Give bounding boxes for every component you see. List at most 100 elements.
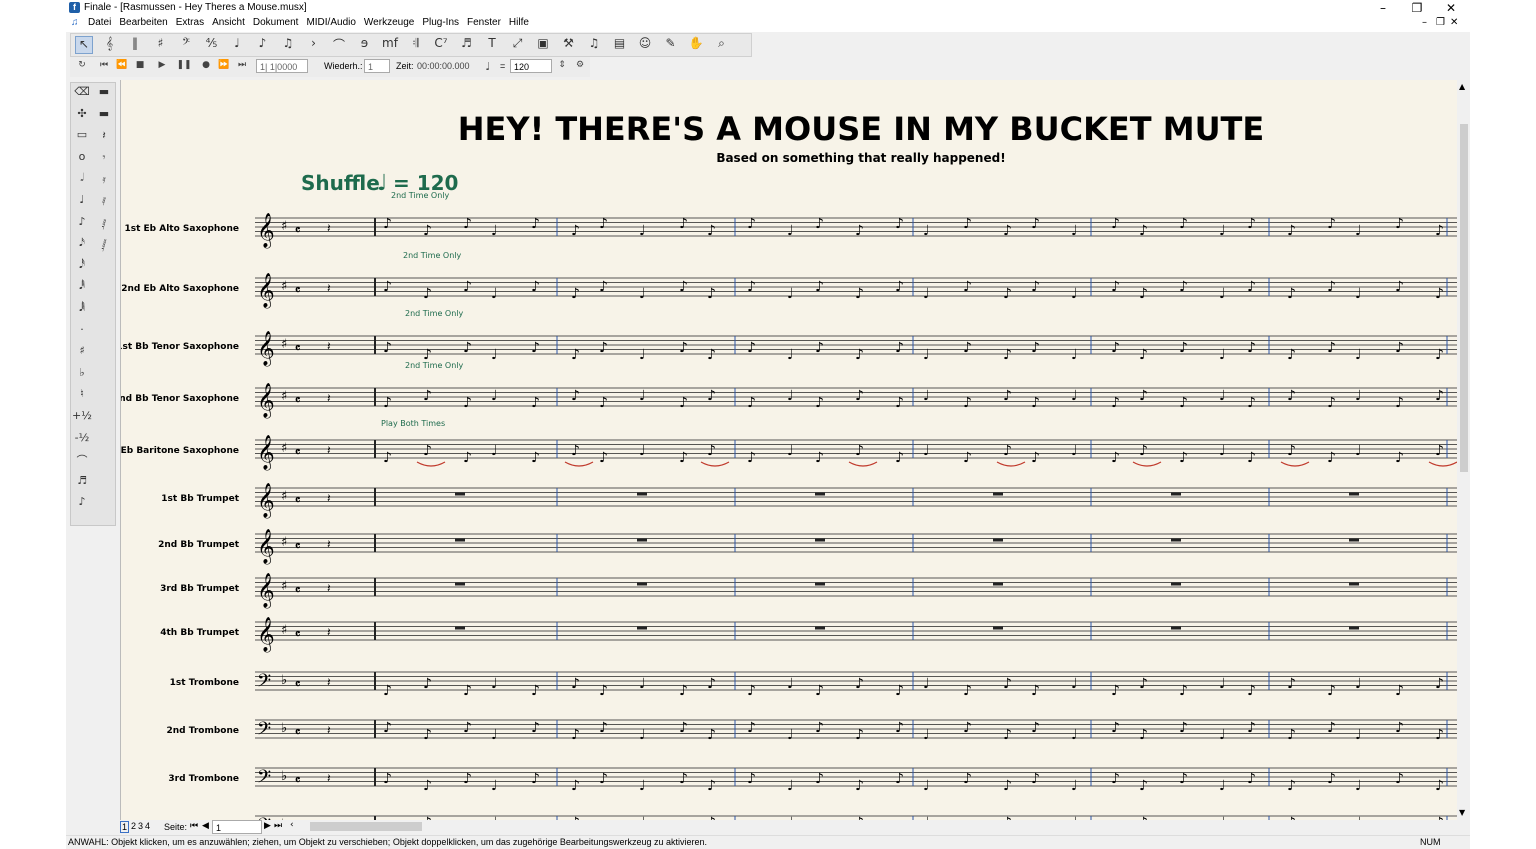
page-layout-icon[interactable]: ▣: [534, 36, 552, 54]
doc-restore-icon[interactable]: ❐: [1436, 17, 1445, 28]
rewind-icon[interactable]: ⏪: [114, 60, 130, 74]
lyrics-tool-icon[interactable]: ♬: [458, 36, 476, 54]
menu-item[interactable]: Hilfe: [509, 17, 529, 28]
record-icon[interactable]: ●: [198, 60, 214, 74]
mixer-icon[interactable]: ♫: [585, 36, 603, 54]
chord-tool-icon[interactable]: C⁷: [432, 36, 450, 54]
wrench-icon[interactable]: ⚒: [560, 36, 578, 54]
quarter-note-icon[interactable]: ♩: [480, 60, 496, 74]
lower-half-icon[interactable]: -½: [72, 431, 92, 451]
eighth-rest-icon[interactable]: 𝄾: [94, 151, 114, 171]
raise-half-icon[interactable]: +½: [72, 409, 92, 429]
measure-tool-icon[interactable]: ‖: [126, 36, 144, 54]
ornament-icon[interactable]: ɘ: [356, 36, 374, 54]
menu-item[interactable]: Werkzeuge: [364, 17, 414, 28]
quick-access-icon[interactable]: ♫: [71, 17, 81, 29]
last-page-icon[interactable]: ⏭: [274, 821, 282, 831]
selection-tool-icon[interactable]: ↖: [75, 36, 93, 54]
next-page-icon[interactable]: ▶: [264, 821, 271, 831]
horizontal-scroll-thumb[interactable]: [310, 822, 422, 831]
hundred-twenty-eighth-rest-icon[interactable]: 𝅂: [94, 239, 114, 259]
cross-icon[interactable]: ✣: [72, 107, 92, 127]
tempo-stepper-icon[interactable]: ⇕: [554, 60, 570, 74]
clef-tool-icon[interactable]: 𝄢: [177, 36, 195, 54]
hundred-twenty-eighth-note-icon[interactable]: 𝅘𝅥𝅲: [72, 301, 92, 321]
hand-grabber-icon[interactable]: ✋: [687, 36, 705, 54]
thirty-second-note-icon[interactable]: 𝅘𝅥𝅰: [72, 258, 92, 278]
quarter-note-icon[interactable]: ♩: [72, 193, 92, 213]
scrollbar-thumb[interactable]: [1460, 124, 1468, 472]
voice-icon[interactable]: ♪: [72, 495, 92, 515]
expression-icon[interactable]: mf: [381, 36, 399, 54]
sixty-fourth-rest-icon[interactable]: 𝅁: [94, 217, 114, 237]
tempo-field[interactable]: 120: [510, 59, 552, 73]
scroll-down-icon[interactable]: ▼: [1459, 808, 1465, 817]
simple-entry-icon[interactable]: ♩: [228, 36, 246, 54]
menu-item[interactable]: Ansicht: [212, 17, 245, 28]
sixteenth-note-icon[interactable]: 𝅘𝅥𝅯: [72, 236, 92, 256]
restore-icon[interactable]: ❐: [1402, 0, 1432, 16]
eraser-icon[interactable]: ⌫: [72, 85, 92, 105]
text-tool-icon[interactable]: T: [483, 36, 501, 54]
half-rest-icon[interactable]: ▬: [94, 107, 114, 127]
position-field[interactable]: 1| 1|0000: [256, 59, 308, 73]
menu-item[interactable]: Fenster: [467, 17, 501, 28]
menu-item[interactable]: Plug-Ins: [422, 17, 459, 28]
key-signature-icon[interactable]: ♯: [152, 36, 170, 54]
doc-close-icon[interactable]: ✕: [1450, 17, 1458, 28]
tuplet-tool-icon[interactable]: ♫: [279, 36, 297, 54]
menu-item[interactable]: Extras: [176, 17, 204, 28]
whole-note-icon[interactable]: o: [72, 150, 92, 170]
sixteenth-rest-icon[interactable]: 𝄿: [94, 173, 114, 193]
page-tab[interactable]: 1: [120, 821, 130, 833]
pause-icon[interactable]: ❚❚: [176, 60, 192, 74]
page-tab[interactable]: 2: [131, 821, 136, 833]
menu-item[interactable]: Datei: [88, 17, 111, 28]
tie-icon[interactable]: ⌒: [72, 452, 92, 472]
half-note-icon[interactable]: 𝅗𝅥: [72, 171, 92, 191]
menu-item[interactable]: Bearbeiten: [119, 17, 167, 28]
close-icon[interactable]: ✕: [1436, 0, 1466, 16]
doc-minimize-icon[interactable]: –: [1422, 17, 1427, 28]
menu-item[interactable]: Dokument: [253, 17, 299, 28]
forward-end-icon[interactable]: ⏭: [234, 60, 250, 74]
sixty-fourth-note-icon[interactable]: 𝅘𝅥𝅱: [72, 279, 92, 299]
hundred-icon[interactable]: ▭: [72, 128, 92, 148]
speedy-entry-icon[interactable]: ♪: [254, 36, 272, 54]
page-field[interactable]: 1: [212, 820, 262, 834]
sharp-icon[interactable]: ♯: [72, 344, 92, 364]
grace-note-icon[interactable]: ♬: [72, 474, 92, 494]
smiley-icon[interactable]: ☺: [636, 36, 654, 54]
gear-icon[interactable]: ⚙: [572, 60, 588, 74]
minimize-icon[interactable]: –: [1368, 0, 1398, 16]
fast-forward-icon[interactable]: ⏩: [216, 60, 232, 74]
smart-shape-icon[interactable]: ⌒: [330, 36, 348, 54]
first-page-icon[interactable]: ⏮: [190, 821, 198, 831]
resize-tool-icon[interactable]: ⤢: [509, 36, 527, 54]
rewind-start-icon[interactable]: ⏮: [96, 60, 112, 74]
eighth-note-icon[interactable]: ♪: [72, 215, 92, 235]
staff-tool-icon[interactable]: 𝄞: [101, 36, 119, 54]
graphics-icon[interactable]: ▤: [611, 36, 629, 54]
articulation-icon[interactable]: ›: [305, 36, 323, 54]
flat-icon[interactable]: ♭: [72, 366, 92, 386]
page-tab[interactable]: 3: [138, 821, 143, 833]
page-tab[interactable]: 4: [145, 821, 150, 833]
stop-icon[interactable]: ■: [132, 60, 148, 74]
whole-rest-icon[interactable]: ▬: [94, 85, 114, 105]
menu-item[interactable]: MIDI/Audio: [306, 17, 355, 28]
natural-icon[interactable]: ♮: [72, 387, 92, 407]
loop-icon[interactable]: ↻: [74, 60, 90, 74]
time-signature-icon[interactable]: ⅘: [203, 36, 221, 54]
quarter-rest-icon[interactable]: 𝄽: [94, 129, 114, 149]
dot-icon[interactable]: ·: [72, 323, 92, 343]
special-tools-icon[interactable]: ✎: [662, 36, 680, 54]
scroll-up-icon[interactable]: ▲: [1459, 82, 1465, 91]
repeat-select[interactable]: 1: [364, 59, 390, 73]
thirty-second-rest-icon[interactable]: 𝅀: [94, 195, 114, 215]
vertical-scrollbar[interactable]: ▲ ▼: [1457, 80, 1470, 820]
play-icon[interactable]: ▶: [154, 60, 170, 74]
scroll-left-icon[interactable]: ‹: [290, 820, 294, 830]
zoom-icon[interactable]: ⌕: [713, 36, 731, 54]
prev-page-icon[interactable]: ◀: [202, 821, 209, 831]
